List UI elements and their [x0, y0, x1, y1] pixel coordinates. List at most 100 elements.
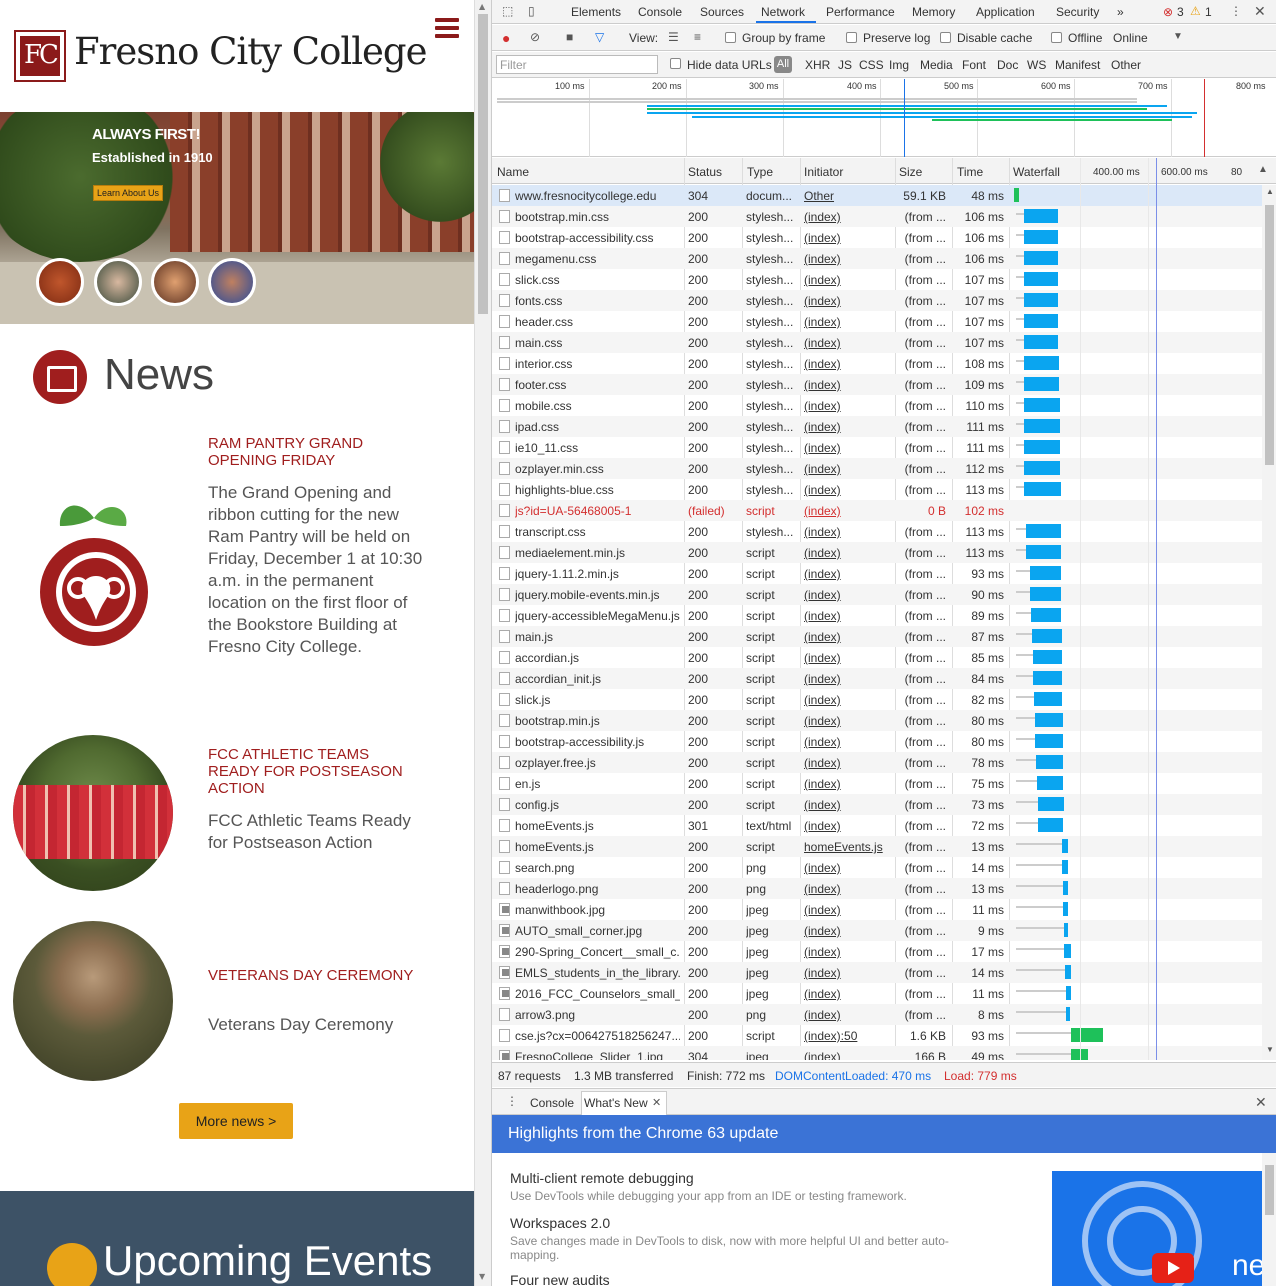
- request-row[interactable]: main.css 200 stylesh... (index) (from ... 107…: [492, 332, 1262, 353]
- waterfall-bar[interactable]: [1034, 692, 1062, 706]
- tab-memory[interactable]: Memory: [912, 5, 955, 19]
- waterfall-bar[interactable]: [1024, 482, 1061, 496]
- request-name[interactable]: manwithbook.jpg: [515, 903, 680, 917]
- request-name[interactable]: ipad.css: [515, 420, 680, 434]
- sort-up-icon[interactable]: ▲: [1258, 164, 1268, 175]
- request-initiator[interactable]: (index): [804, 420, 892, 434]
- request-name[interactable]: transcript.css: [515, 525, 680, 539]
- request-row[interactable]: 2016_FCC_Counselors_small_... 200 jpeg (ind…: [492, 983, 1262, 1004]
- disable-cache-label[interactable]: Disable cache: [957, 31, 1032, 45]
- waterfall-bar[interactable]: [1024, 335, 1058, 349]
- request-row[interactable]: jquery-accessibleMegaMenu.js 200 script (in…: [492, 605, 1262, 626]
- scrollbar-thumb[interactable]: [1265, 205, 1274, 465]
- request-row[interactable]: search.png 200 png (index) (from ... 14 ms: [492, 857, 1262, 878]
- device-toolbar-icon[interactable]: ▯: [528, 4, 535, 18]
- filter-type-img[interactable]: Img: [889, 58, 909, 72]
- page-scrollbar[interactable]: ▲ ▼: [474, 0, 491, 1286]
- request-name[interactable]: EMLS_students_in_the_library...: [515, 966, 680, 980]
- request-name[interactable]: main.js: [515, 630, 680, 644]
- request-row[interactable]: arrow3.png 200 png (index) (from ... 8 ms: [492, 1004, 1262, 1025]
- request-initiator[interactable]: (index): [804, 693, 892, 707]
- request-initiator[interactable]: (index): [804, 924, 892, 938]
- request-row[interactable]: accordian_init.js 200 script (index) (from .…: [492, 668, 1262, 689]
- request-row[interactable]: fonts.css 200 stylesh... (index) (from ... 10…: [492, 290, 1262, 311]
- request-row[interactable]: homeEvents.js 301 text/html (index) (from ..…: [492, 815, 1262, 836]
- hero-thumbnail-2[interactable]: [94, 258, 142, 306]
- waterfall-bar[interactable]: [1071, 1028, 1103, 1042]
- request-initiator[interactable]: (index): [804, 252, 892, 266]
- request-name[interactable]: bootstrap-accessibility.js: [515, 735, 680, 749]
- request-row[interactable]: bootstrap-accessibility.css 200 stylesh...…: [492, 227, 1262, 248]
- request-name[interactable]: highlights-blue.css: [515, 483, 680, 497]
- request-row[interactable]: FresnoCollege_Slider_1.jpg 304 jpeg (index)…: [492, 1046, 1262, 1060]
- request-row[interactable]: EMLS_students_in_the_library... 200 jpeg (i…: [492, 962, 1262, 983]
- clear-icon[interactable]: ⊘: [530, 30, 540, 44]
- col-size[interactable]: Size: [899, 165, 922, 179]
- request-row[interactable]: main.js 200 script (index) (from ... 87 ms: [492, 626, 1262, 647]
- waterfall-bar[interactable]: [1024, 419, 1060, 433]
- request-row[interactable]: ie10_11.css 200 stylesh... (index) (from ...…: [492, 437, 1262, 458]
- waterfall-view-icon[interactable]: ≡: [694, 30, 701, 44]
- filter-type-ws[interactable]: WS: [1027, 58, 1046, 72]
- request-name[interactable]: main.css: [515, 336, 680, 350]
- request-initiator[interactable]: (index): [804, 378, 892, 392]
- waterfall-bar[interactable]: [1024, 230, 1058, 244]
- request-initiator[interactable]: (index): [804, 714, 892, 728]
- request-name[interactable]: ozplayer.min.css: [515, 462, 680, 476]
- tab-sources[interactable]: Sources: [700, 5, 744, 19]
- request-name[interactable]: bootstrap.min.js: [515, 714, 680, 728]
- ram-pantry-logo-icon[interactable]: [38, 496, 150, 656]
- filter-type-other[interactable]: Other: [1111, 58, 1141, 72]
- request-initiator[interactable]: (index): [804, 609, 892, 623]
- col-time[interactable]: Time: [957, 165, 983, 179]
- waterfall-bar[interactable]: [1024, 209, 1058, 223]
- col-waterfall[interactable]: Waterfall: [1013, 165, 1060, 179]
- waterfall-bar[interactable]: [1024, 272, 1058, 286]
- request-row[interactable]: jquery-1.11.2.min.js 200 script (index) (fro…: [492, 563, 1262, 584]
- waterfall-bar[interactable]: [1032, 629, 1062, 643]
- preserve-log-checkbox[interactable]: [846, 32, 857, 43]
- filter-input[interactable]: Filter: [496, 55, 658, 74]
- request-row[interactable]: footer.css 200 stylesh... (index) (from ... 1…: [492, 374, 1262, 395]
- request-initiator[interactable]: (index): [804, 945, 892, 959]
- request-row[interactable]: headerlogo.png 200 png (index) (from ... 13 m…: [492, 878, 1262, 899]
- waterfall-bar[interactable]: [1026, 545, 1061, 559]
- tab-console[interactable]: Console: [638, 5, 682, 19]
- waterfall-bar[interactable]: [1033, 671, 1062, 685]
- waterfall-bar[interactable]: [1063, 881, 1068, 895]
- waterfall-bar[interactable]: [1036, 755, 1063, 769]
- request-initiator[interactable]: (index): [804, 987, 892, 1001]
- request-initiator[interactable]: (index): [804, 966, 892, 980]
- request-row[interactable]: homeEvents.js 200 script homeEvents.js (from…: [492, 836, 1262, 857]
- waterfall-bar[interactable]: [1038, 818, 1063, 832]
- request-initiator[interactable]: (index): [804, 1008, 892, 1022]
- request-initiator[interactable]: Other: [804, 189, 892, 203]
- request-list-scrollbar[interactable]: ▲ ▼: [1262, 185, 1276, 1060]
- learn-about-us-button[interactable]: Learn About Us: [93, 185, 164, 201]
- waterfall-bar[interactable]: [1062, 860, 1068, 874]
- waterfall-bar[interactable]: [1031, 608, 1061, 622]
- request-name[interactable]: cse.js?cx=006427518256247...: [515, 1029, 680, 1043]
- request-initiator[interactable]: (index): [804, 882, 892, 896]
- request-initiator[interactable]: (index): [804, 756, 892, 770]
- waterfall-bar[interactable]: [1037, 776, 1063, 790]
- request-initiator[interactable]: (index): [804, 315, 892, 329]
- col-name[interactable]: Name: [497, 165, 529, 179]
- warning-count[interactable]: 1: [1205, 5, 1212, 19]
- tab-elements[interactable]: Elements: [571, 5, 621, 19]
- drawer-menu-icon[interactable]: ⋮: [506, 1094, 518, 1108]
- request-initiator[interactable]: (index): [804, 210, 892, 224]
- hero-thumbnail-3[interactable]: [151, 258, 199, 306]
- request-name[interactable]: arrow3.png: [515, 1008, 680, 1022]
- waterfall-bar[interactable]: [1062, 839, 1068, 853]
- waterfall-bar[interactable]: [1033, 650, 1062, 664]
- request-initiator[interactable]: (index): [804, 672, 892, 686]
- offline-checkbox[interactable]: [1051, 32, 1062, 43]
- filter-type-js[interactable]: JS: [838, 58, 852, 72]
- request-name[interactable]: megamenu.css: [515, 252, 680, 266]
- request-row[interactable]: AUTO_small_corner.jpg 200 jpeg (index) (from…: [492, 920, 1262, 941]
- request-row[interactable]: bootstrap.min.js 200 script (index) (from ..…: [492, 710, 1262, 731]
- request-row[interactable]: config.js 200 script (index) (from ... 73 ms: [492, 794, 1262, 815]
- waterfall-bar[interactable]: [1066, 1007, 1070, 1021]
- screenshot-icon[interactable]: ■: [566, 30, 573, 44]
